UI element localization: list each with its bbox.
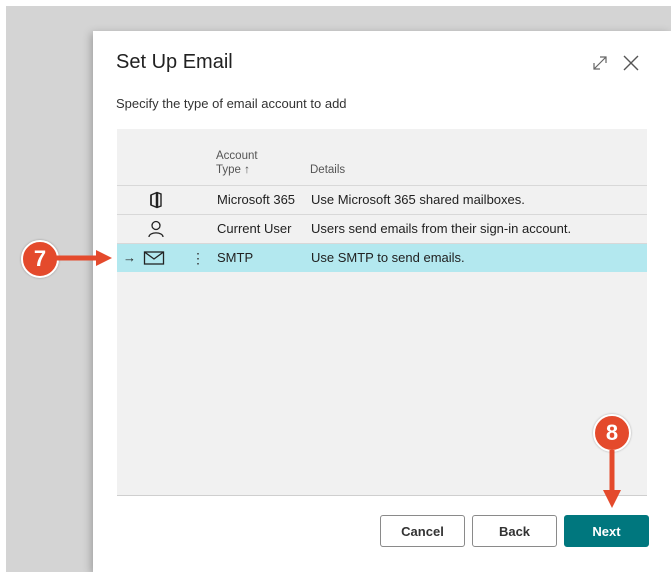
- row-type: SMTP: [217, 250, 254, 265]
- column-header-account-type-line2: Type ↑: [216, 164, 250, 176]
- dialog-title: Set Up Email: [116, 51, 233, 73]
- row-details: Users send emails from their sign-in acc…: [311, 221, 572, 236]
- next-button[interactable]: Next: [564, 515, 649, 547]
- column-header-account-type-line1: Account: [216, 150, 258, 162]
- back-button[interactable]: Back: [472, 515, 557, 547]
- row-details: Use SMTP to send emails.: [311, 250, 465, 265]
- list-item-microsoft-365[interactable]: Microsoft 365 Use Microsoft 365 shared m…: [117, 185, 647, 214]
- list-item-current-user[interactable]: Current User Users send emails from thei…: [117, 214, 647, 243]
- list-item-smtp[interactable]: → ⋮ SMTP Use SMTP to send emails.: [117, 243, 647, 272]
- arrow-right-icon: [56, 250, 112, 266]
- user-icon: [148, 220, 164, 238]
- account-type-grid: Account Type ↑ Details Microsoft 365 Use…: [117, 129, 647, 496]
- column-header-details[interactable]: Details: [310, 163, 345, 177]
- set-up-email-dialog: Set Up Email Specify the type of email a…: [93, 31, 671, 572]
- row-type: Microsoft 365: [217, 192, 296, 207]
- row-menu-icon[interactable]: ⋮: [191, 244, 205, 272]
- step-7-marker: 7: [21, 240, 59, 278]
- mail-icon: [143, 251, 165, 265]
- expand-icon[interactable]: [590, 53, 610, 73]
- step-8-marker: 8: [593, 414, 631, 452]
- column-header-account-type[interactable]: Account Type ↑: [216, 149, 258, 177]
- row-type: Current User: [217, 221, 292, 236]
- close-icon[interactable]: [621, 53, 641, 73]
- office-icon: [150, 191, 162, 209]
- selected-row-arrow-icon: →: [123, 250, 136, 265]
- cancel-button[interactable]: Cancel: [380, 515, 465, 547]
- row-details: Use Microsoft 365 shared mailboxes.: [311, 192, 525, 207]
- dialog-subtitle: Specify the type of email account to add: [116, 96, 347, 111]
- arrow-down-icon: [603, 450, 621, 508]
